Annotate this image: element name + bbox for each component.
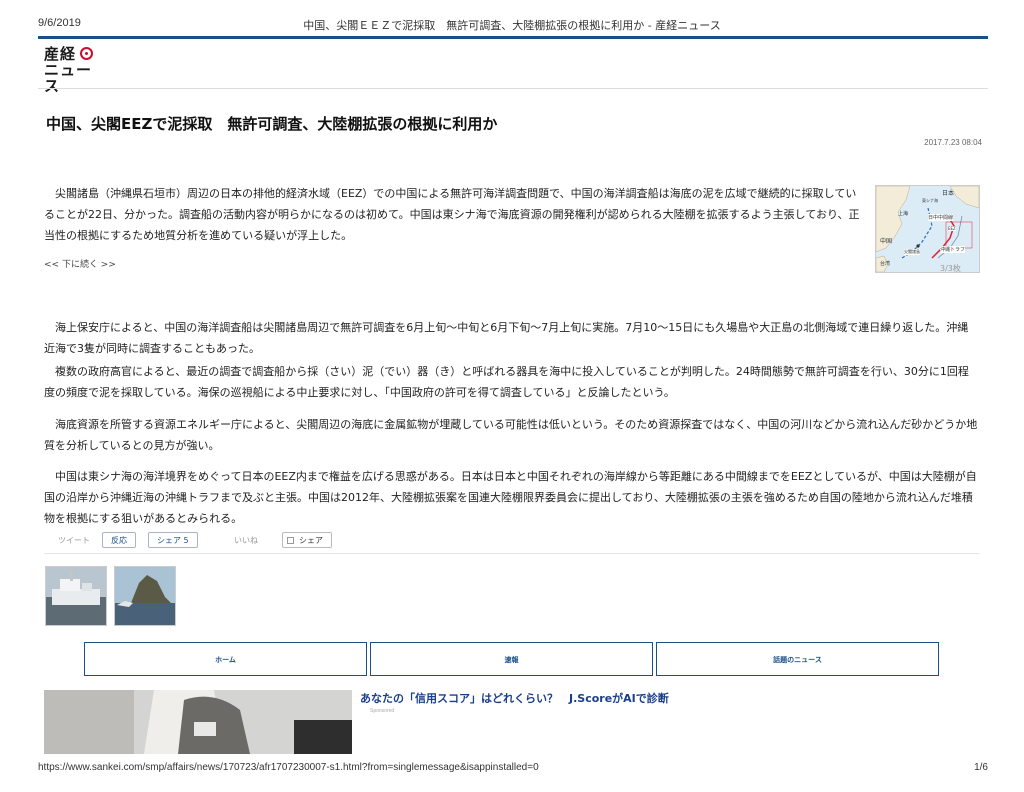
map-label: 沖縄トラフ [940, 246, 966, 253]
map-label: 中国 [880, 238, 893, 245]
ad-photo-person-with-phone [44, 690, 352, 754]
like-button[interactable]: いいね [234, 535, 258, 546]
sponsored-label: Sponsored [370, 708, 395, 714]
article-paragraph: 複数の政府高官によると、最近の調査で調査船から採（さい）泥（でい）器（き）と呼ば… [44, 365, 969, 399]
nav-trending-news-button[interactable]: 話題のニュース [656, 642, 939, 676]
article-timestamp: 2017.7.23 08:04 [924, 138, 982, 147]
island-image [115, 567, 175, 625]
share-divider [44, 553, 979, 554]
map-label: 台湾 [880, 261, 891, 267]
react-button[interactable]: 反応 [102, 532, 136, 548]
map-label: 東シナ海 [922, 198, 938, 203]
share-count-button[interactable]: シェア 5 [148, 532, 198, 548]
article-paragraph: 海上保安庁によると、中国の海洋調査船は尖閣諸島周辺で無許可調査を6月上旬～中旬と… [44, 321, 969, 355]
logo-divider [38, 88, 988, 89]
print-footer-url: https://www.sankei.com/smp/affairs/news/… [38, 762, 539, 773]
article-paragraph: 中国は東シナ海の海洋境界をめぐって日本のEEZ内まで権益を広げる思惑がある。日本… [44, 470, 977, 525]
logo-line-2: ニュース [44, 61, 93, 95]
ad-image[interactable] [44, 690, 352, 754]
sankei-news-logo[interactable]: 産経 ニュース [44, 45, 104, 94]
image-counter: 3/3枚 [940, 264, 961, 273]
map-label: EEZ [948, 226, 956, 231]
map-label: 上海 [898, 211, 909, 217]
nav-breaking-news-button[interactable]: 速報 [370, 642, 653, 676]
print-page-number: 1/6 [974, 762, 988, 773]
related-photo-thumbnail[interactable] [114, 566, 176, 626]
map-label: 尖閣諸島 [904, 249, 920, 255]
tweet-button[interactable]: ツイート [58, 535, 90, 546]
patrol-ship-image [46, 567, 106, 625]
article-paragraph: 海底資源を所管する資源エネルギー庁によると、尖閣周辺の海底に金属鉱物が埋蔵してい… [44, 418, 978, 452]
share-checkbox-icon [287, 537, 294, 544]
print-page-title: 中国、尖閣ＥＥＺで泥採取 無許可調査、大陸棚拡張の根拠に利用か - 産経ニュース [303, 19, 721, 32]
share-button[interactable]: シェア [282, 532, 332, 548]
share-bar: ツイート 反応 シェア 5 いいね シェア [44, 532, 344, 550]
header-divider [38, 36, 988, 39]
map-label: 日中中間線 [928, 214, 954, 221]
article-lead: 尖閣諸島（沖縄県石垣市）周辺の日本の排他的経済水域（EEZ）での中国による無許可… [44, 187, 860, 242]
continue-reading-link[interactable]: << 下に続く >> [44, 257, 116, 270]
article-headline: 中国、尖閣EEZで泥採取 無許可調査、大陸棚拡張の根拠に利用か [46, 115, 498, 133]
share-button-label: シェア [299, 536, 323, 545]
nav-home-button[interactable]: ホーム [84, 642, 367, 676]
related-photo-thumbnail[interactable] [45, 566, 107, 626]
map-thumbnail[interactable]: 日本 東シナ海 上海 日中中間線 EEZ 中国 尖閣諸島 沖縄トラフ 台湾 [875, 185, 980, 273]
map-label: 日本 [942, 190, 955, 197]
logo-mark-icon [80, 47, 93, 60]
ad-headline-link[interactable]: あなたの「信用スコア」はどれくらい？ J.ScoreがAIで診断 [360, 690, 669, 706]
logo-line-1: 産経 [44, 45, 77, 63]
